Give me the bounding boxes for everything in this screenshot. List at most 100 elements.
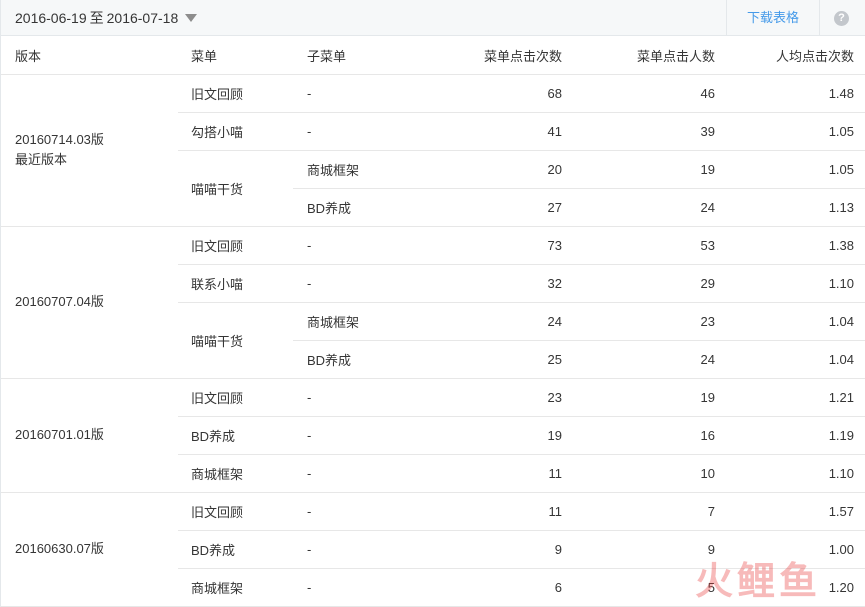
menu-name-cell: BD养成	[178, 416, 293, 455]
avg-cell: 1.38	[715, 226, 865, 265]
version-label: 20160707.04版	[15, 294, 104, 309]
submenu-cell: -	[293, 264, 422, 303]
submenu-cell: -	[293, 416, 422, 455]
table-row: 20160630.07版 旧文回顾 -11 7 1.57	[1, 492, 865, 607]
submenu-cell: -	[293, 492, 422, 531]
caret-down-icon[interactable]	[185, 14, 198, 22]
avg-cell: 1.48	[715, 74, 865, 113]
users-cell: 19	[562, 150, 715, 189]
avg-cell: 1.05	[715, 112, 865, 151]
table-header-row: 版本 菜单 子菜单 菜单点击次数 菜单点击人数 人均点击次数	[1, 37, 865, 75]
clicks-cell: 73	[422, 226, 562, 265]
submenu-cell: -	[293, 74, 422, 113]
clicks-cell: 9	[422, 530, 562, 569]
date-range-picker[interactable]: 2016-06-19 至 2016-07-18	[15, 0, 198, 36]
version-label: 20160630.07版	[15, 541, 104, 556]
help-icon[interactable]: ?	[834, 11, 849, 26]
users-cell: 19	[562, 378, 715, 417]
avg-cell: 1.10	[715, 454, 865, 493]
submenu-cell: -	[293, 454, 422, 493]
column-header-version[interactable]: 版本	[1, 37, 178, 75]
avg-cell: 1.19	[715, 416, 865, 455]
menu-name-cell: 旧文回顾	[178, 226, 293, 265]
clicks-cell: 32	[422, 264, 562, 303]
avg-cell: 1.04	[715, 302, 865, 341]
submenu-cell: -	[293, 112, 422, 151]
clicks-cell: 11	[422, 492, 562, 531]
clicks-cell: 27	[422, 188, 562, 227]
users-cell: 16	[562, 416, 715, 455]
clicks-cell: 41	[422, 112, 562, 151]
submenu-cell: BD养成	[293, 188, 422, 227]
column-header-avg[interactable]: 人均点击次数	[715, 37, 865, 75]
submenu-cell: 商城框架	[293, 302, 422, 341]
toolbar-divider	[819, 0, 820, 36]
submenu-cell: -	[293, 568, 422, 607]
table-row: 20160714.03版 最近版本 旧文回顾 -68 46 1.48	[1, 74, 865, 227]
users-cell: 5	[562, 568, 715, 607]
version-cell: 20160630.07版	[1, 492, 178, 607]
clicks-cell: 11	[422, 454, 562, 493]
avg-cell: 1.21	[715, 378, 865, 417]
version-cell: 20160707.04版	[1, 226, 178, 379]
menu-name-cell: 旧文回顾	[178, 492, 293, 531]
version-label: 20160714.03版	[15, 132, 104, 147]
clicks-cell: 23	[422, 378, 562, 417]
submenu-cell: -	[293, 226, 422, 265]
menu-name-cell: 喵喵干货	[178, 302, 293, 379]
users-cell: 7	[562, 492, 715, 531]
menu-name-cell: 联系小喵	[178, 264, 293, 303]
menu-name-cell: 商城框架	[178, 568, 293, 607]
users-cell: 9	[562, 530, 715, 569]
avg-cell: 1.13	[715, 188, 865, 227]
submenu-cell: -	[293, 378, 422, 417]
version-label: 20160701.01版	[15, 427, 104, 442]
users-cell: 39	[562, 112, 715, 151]
date-end: 2016-07-18	[106, 10, 179, 26]
clicks-cell: 68	[422, 74, 562, 113]
submenu-cell: BD养成	[293, 340, 422, 379]
clicks-cell: 6	[422, 568, 562, 607]
avg-cell: 1.04	[715, 340, 865, 379]
column-header-clicks[interactable]: 菜单点击次数	[422, 37, 562, 75]
menu-stats-table: 版本 菜单 子菜单 菜单点击次数 菜单点击人数 人均点击次数 20160714.…	[1, 37, 865, 607]
clicks-cell: 24	[422, 302, 562, 341]
menu-name-cell: 商城框架	[178, 454, 293, 493]
menu-name-cell: 勾搭小喵	[178, 112, 293, 151]
menu-name-cell: BD养成	[178, 530, 293, 569]
submenu-cell: 商城框架	[293, 150, 422, 189]
menu-name-cell: 喵喵干货	[178, 150, 293, 227]
menu-name-cell: 旧文回顾	[178, 378, 293, 417]
avg-cell: 1.10	[715, 264, 865, 303]
version-cell: 20160701.01版	[1, 378, 178, 493]
users-cell: 53	[562, 226, 715, 265]
toolbar: 2016-06-19 至 2016-07-18 下载表格 ?	[1, 0, 865, 36]
submenu-cell: -	[293, 530, 422, 569]
avg-cell: 1.05	[715, 150, 865, 189]
clicks-cell: 20	[422, 150, 562, 189]
users-cell: 29	[562, 264, 715, 303]
avg-cell: 1.00	[715, 530, 865, 569]
users-cell: 24	[562, 340, 715, 379]
date-start: 2016-06-19	[15, 10, 87, 26]
version-note: 最近版本	[15, 152, 68, 167]
column-header-submenu[interactable]: 子菜单	[293, 37, 422, 75]
avg-cell: 1.57	[715, 492, 865, 531]
avg-cell: 1.20	[715, 568, 865, 607]
clicks-cell: 25	[422, 340, 562, 379]
table-row: 20160701.01版 旧文回顾 -23 19 1.21	[1, 378, 865, 493]
users-cell: 46	[562, 74, 715, 113]
clicks-cell: 19	[422, 416, 562, 455]
column-header-users[interactable]: 菜单点击人数	[562, 37, 715, 75]
column-header-menu[interactable]: 菜单	[178, 37, 293, 75]
menu-name-cell: 旧文回顾	[178, 74, 293, 113]
table-row: 20160707.04版 旧文回顾 -73 53 1.38	[1, 226, 865, 379]
users-cell: 10	[562, 454, 715, 493]
users-cell: 24	[562, 188, 715, 227]
version-cell: 20160714.03版 最近版本	[1, 74, 178, 227]
users-cell: 23	[562, 302, 715, 341]
stats-panel: 2016-06-19 至 2016-07-18 下载表格 ? 版本 菜单 子菜单 菜…	[0, 0, 865, 607]
download-table-link[interactable]: 下载表格	[727, 0, 819, 36]
table-body: 20160714.03版 最近版本 旧文回顾 -68 46 1.48 勾搭小喵 -41 39 1.…	[1, 74, 865, 607]
date-separator: 至	[89, 10, 104, 26]
